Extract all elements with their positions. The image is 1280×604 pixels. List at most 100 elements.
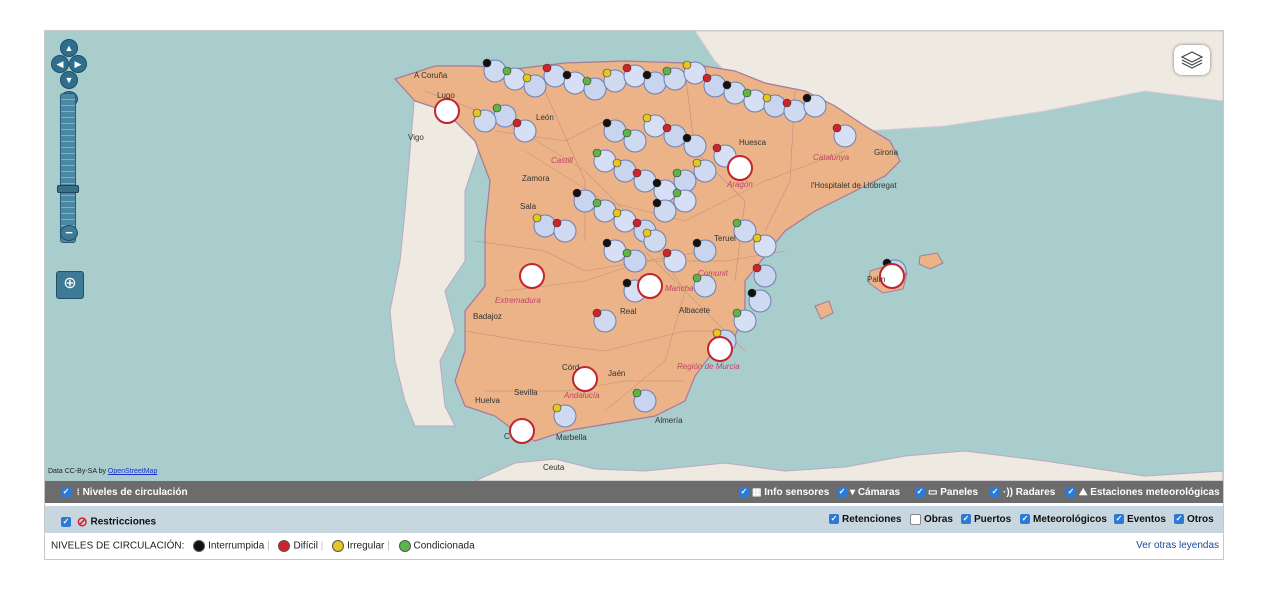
checkbox-checked[interactable]: ✓	[1066, 487, 1076, 498]
ver-otras-leyendas-link[interactable]: Ver otras leyendas	[1136, 540, 1219, 551]
traffic-level-dot-icon	[662, 248, 672, 258]
toggle-estaciones[interactable]: ✓ ⛰ Estaciones meteorológicas	[1066, 487, 1220, 498]
traffic-level-dot-icon	[542, 63, 552, 73]
checkbox-checked[interactable]: ✓	[1020, 514, 1030, 525]
toggle-info-sensores[interactable]: ✓ ▦ Info sensores	[739, 487, 829, 498]
checkbox-checked[interactable]: ✓	[1114, 514, 1124, 525]
region-label: Extremadura	[495, 296, 541, 305]
traffic-level-dot-icon	[662, 66, 672, 76]
region-label: Comunit	[698, 269, 728, 278]
restriction-marker-icon[interactable]	[707, 336, 733, 362]
toggle-retenciones[interactable]: ✓ Retenciones	[829, 514, 901, 525]
restriction-marker-icon[interactable]	[727, 155, 753, 181]
checkbox-checked[interactable]: ✓	[1174, 514, 1184, 525]
checkbox-checked[interactable]: ✓	[61, 517, 71, 527]
city-label: Jaén	[608, 369, 626, 378]
city-label: Zamora	[522, 174, 550, 183]
puertos-label: Puertos	[974, 514, 1012, 525]
zoom-slider-handle[interactable]	[57, 185, 79, 193]
obras-label: Obras	[924, 514, 953, 526]
traffic-level-dot-icon	[572, 188, 582, 198]
checkbox-checked[interactable]: ✓	[915, 487, 925, 498]
city-label: Real	[620, 307, 637, 316]
toggle-camaras[interactable]: ✓ ▾ Cámaras	[837, 487, 900, 498]
traffic-level-dot-icon	[642, 228, 652, 238]
city-label: Marbella	[556, 433, 587, 442]
toggle-puertos[interactable]: ✓ Puertos	[961, 514, 1011, 525]
osm-link[interactable]: OpenStreetMap	[108, 468, 157, 475]
city-label: Palm	[867, 275, 886, 284]
traffic-level-dot-icon	[492, 103, 502, 113]
region-label: Andalucía	[564, 391, 600, 400]
traffic-level-dot-icon	[782, 98, 792, 108]
map-basemap	[389, 31, 1223, 481]
restriction-marker-icon[interactable]	[637, 273, 663, 299]
traffic-level-dot-icon	[672, 188, 682, 198]
checkbox-checked[interactable]: ✓	[61, 487, 71, 498]
checkbox-checked[interactable]: ✓	[961, 514, 971, 525]
toggle-eventos[interactable]: ✓ Eventos	[1114, 514, 1166, 525]
toggle-paneles[interactable]: ✓ ▭ Paneles	[915, 487, 978, 498]
traffic-level-dot-icon	[522, 73, 532, 83]
layers-icon	[1180, 51, 1204, 69]
toggle-meteorologicos[interactable]: ✓ Meteorológicos	[1020, 514, 1107, 525]
restriction-marker-icon[interactable]	[519, 263, 545, 289]
traffic-level-dot-icon	[732, 218, 742, 228]
city-label: Sevilla	[514, 388, 538, 397]
city-label: Huelva	[475, 396, 500, 405]
traffic-level-dot-icon	[592, 148, 602, 158]
traffic-level-dot-icon	[747, 288, 757, 298]
region-label: Aragón	[727, 180, 753, 189]
city-label: Huesca	[739, 138, 767, 147]
checkbox-checked[interactable]: ✓	[739, 487, 749, 498]
zoom-box-icon[interactable]: ⊕	[56, 271, 84, 299]
traffic-light-icon: ⁞	[76, 487, 80, 497]
region-label: Región de Murcia	[677, 362, 740, 371]
legend-interrumpida: Interrumpida	[208, 540, 265, 552]
city-label: Girona	[874, 148, 899, 157]
traffic-level-dot-icon	[712, 328, 722, 338]
map-canvas[interactable]: A Coruña Lugo Vigo León Zamora Sala Hues…	[45, 31, 1223, 481]
legend-title: NIVELES DE CIRCULACIÓN:	[51, 540, 185, 552]
radar-icon: ·))	[1003, 487, 1013, 498]
traffic-level-dot-icon	[602, 238, 612, 248]
traffic-level-dot-icon	[682, 60, 692, 70]
restriction-marker-icon[interactable]	[509, 418, 535, 444]
traffic-level-dot-icon	[622, 248, 632, 258]
city-label: Badajoz	[473, 312, 502, 321]
traffic-level-dot-icon	[612, 208, 622, 218]
traffic-level-dot-icon	[742, 88, 752, 98]
traffic-level-dot-icon	[552, 403, 562, 413]
zoom-out-button[interactable]: −	[60, 225, 78, 241]
eventos-label: Eventos	[1127, 514, 1166, 525]
city-label: Sala	[520, 202, 537, 211]
checkbox-checked[interactable]: ✓	[829, 514, 839, 525]
traffic-level-dot-icon	[632, 388, 642, 398]
checkbox-unchecked[interactable]	[910, 514, 921, 525]
pan-right-icon[interactable]: ▶	[69, 55, 87, 73]
layers-switcher-button[interactable]	[1174, 45, 1210, 75]
traffic-level-dot-icon	[602, 68, 612, 78]
traffic-level-dot-icon	[582, 76, 592, 86]
traffic-level-dot-icon	[672, 168, 682, 178]
zoom-bar[interactable]	[60, 93, 76, 243]
traffic-level-dot-icon	[612, 158, 622, 168]
restriction-marker-icon[interactable]	[434, 98, 460, 124]
traffic-level-dot-icon	[762, 93, 772, 103]
toggle-otros[interactable]: ✓ Otros	[1174, 514, 1214, 525]
city-label: Albacete	[679, 306, 711, 315]
traffic-level-dot-icon	[502, 66, 512, 76]
otros-label: Otros	[1187, 514, 1214, 525]
retenciones-label: Retenciones	[842, 514, 902, 525]
checkbox-checked[interactable]: ✓	[837, 487, 847, 498]
toggle-restricciones[interactable]: ✓ ⊘ Restricciones	[61, 514, 156, 530]
city-label: Vigo	[408, 133, 424, 142]
toggle-obras[interactable]: Obras	[910, 514, 953, 525]
checkbox-checked[interactable]: ✓	[990, 487, 1000, 498]
pan-down-icon[interactable]: ▼	[60, 71, 78, 89]
toggle-niveles[interactable]: ✓ ⁞ Niveles de circulación	[61, 487, 188, 498]
toggle-radares[interactable]: ✓ ·)) Radares	[990, 487, 1055, 498]
panel-icon: ▭	[928, 487, 938, 498]
city-label: Teruel	[714, 234, 736, 243]
traffic-level-dot-icon	[832, 123, 842, 133]
